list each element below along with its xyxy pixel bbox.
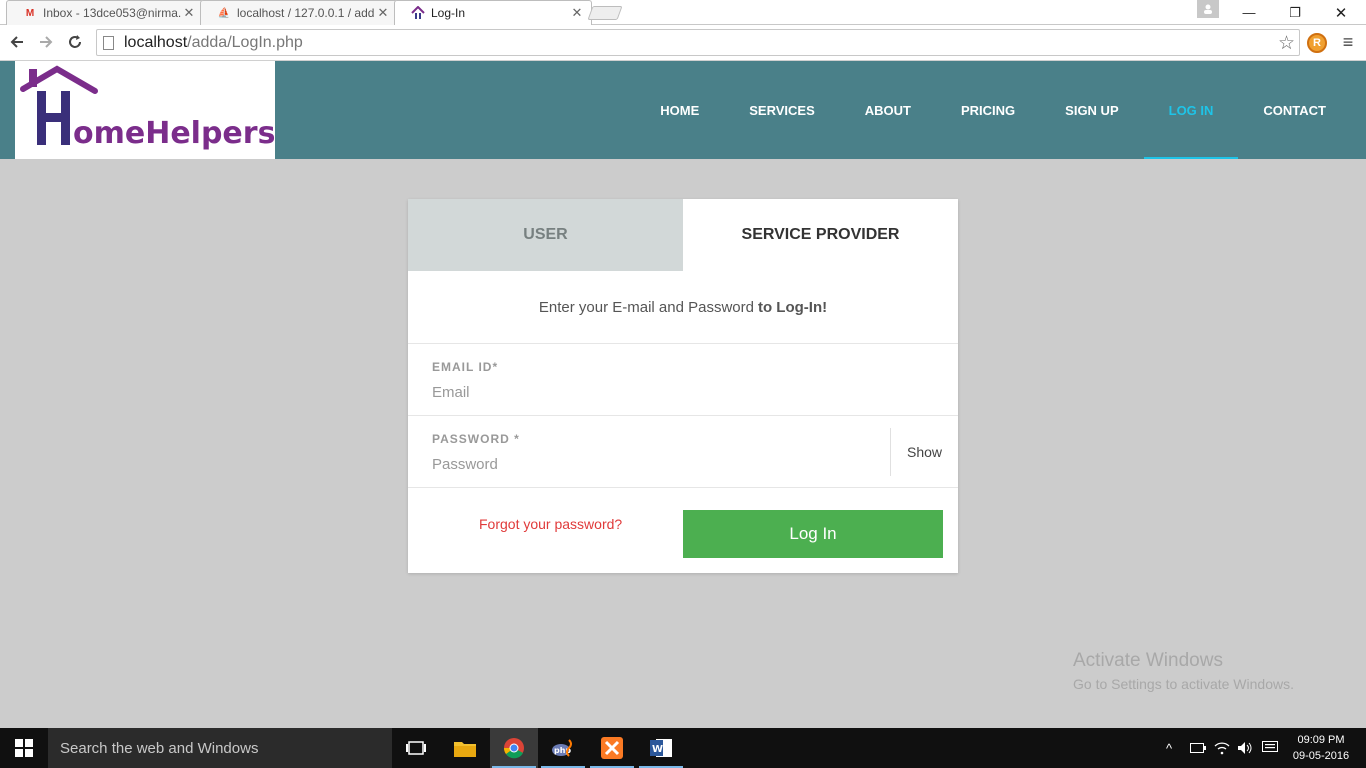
nav-about[interactable]: ABOUT: [840, 61, 936, 159]
tab-title: localhost / 127.0.0.1 / add: [237, 6, 375, 20]
url-host: localhost: [124, 33, 188, 51]
clock-date: 09-05-2016: [1292, 750, 1350, 762]
browser-menu-icon[interactable]: ≡: [1340, 33, 1356, 51]
forward-icon[interactable]: [35, 31, 57, 53]
browser-tab-phpmyadmin[interactable]: ⛵ localhost / 127.0.0.1 / add ✕: [200, 0, 398, 25]
email-field[interactable]: [432, 384, 852, 401]
nav-pricing[interactable]: PRICING: [936, 61, 1040, 159]
address-bar[interactable]: localhost/adda/LogIn.php ☆: [96, 29, 1300, 56]
clock-time: 09:09 PM: [1297, 734, 1345, 746]
homehelpers-icon: [411, 6, 425, 20]
new-tab-button[interactable]: [587, 6, 623, 20]
homehelpers-logo[interactable]: omeHelpers: [15, 61, 275, 159]
tab-title: Log-In: [431, 6, 466, 20]
close-tab-icon[interactable]: ✕: [377, 5, 389, 21]
bookmark-star-icon[interactable]: ☆: [1278, 32, 1295, 55]
restore-icon[interactable]: ❐: [1272, 0, 1318, 25]
tab-title: Inbox - 13dce053@nirma.: [43, 6, 182, 20]
gmail-icon: M: [25, 7, 35, 19]
main-nav: HOME SERVICES ABOUT PRICING SIGN UP LOG …: [635, 61, 1351, 159]
forgot-password-link[interactable]: Forgot your password?: [479, 516, 622, 532]
close-window-icon[interactable]: ✕: [1318, 0, 1364, 25]
windows-start-icon[interactable]: [0, 728, 48, 768]
back-icon[interactable]: [6, 31, 28, 53]
nav-services[interactable]: SERVICES: [724, 61, 840, 159]
intro-bold-text: to Log-In!: [757, 298, 828, 316]
site-header: omeHelpers HOME SERVICES ABOUT PRICING S…: [0, 61, 1366, 159]
email-field-group: EMAIL ID*: [408, 344, 958, 416]
page-icon: [103, 35, 114, 50]
nav-contact[interactable]: CONTACT: [1238, 61, 1351, 159]
phpmyadmin-icon: ⛵: [217, 7, 231, 19]
svg-text:omeHelpers: omeHelpers: [73, 116, 275, 151]
show-password-button[interactable]: Show: [890, 428, 958, 476]
tab-user[interactable]: USER: [408, 199, 683, 271]
browser-tab-login[interactable]: Log-In ✕: [394, 0, 592, 25]
show-hidden-icons[interactable]: ^: [1166, 728, 1172, 768]
login-tabs: USER SERVICE PROVIDER: [408, 199, 958, 271]
file-explorer-icon[interactable]: [441, 728, 489, 768]
nav-home[interactable]: HOME: [635, 61, 724, 159]
minimize-icon[interactable]: —: [1226, 0, 1272, 25]
login-actions: Forgot your password? Log In: [408, 488, 958, 573]
password-field-group: PASSWORD * Show: [408, 416, 958, 488]
reload-icon[interactable]: [64, 31, 86, 53]
battery-icon[interactable]: [1190, 728, 1206, 768]
keyboard-input-icon[interactable]: [1262, 728, 1278, 768]
taskbar: Search the web and Windows php W ^ 09:09…: [0, 728, 1366, 768]
task-view-icon[interactable]: [392, 728, 440, 768]
url-path: /adda/LogIn.php: [187, 33, 303, 51]
extension-icon[interactable]: R: [1307, 33, 1327, 53]
profile-icon[interactable]: [1197, 0, 1219, 18]
password-label: PASSWORD *: [432, 432, 520, 446]
browser-toolbar: localhost/adda/LogIn.php ☆ R ≡: [0, 25, 1366, 61]
close-tab-icon[interactable]: ✕: [183, 5, 195, 21]
email-label: EMAIL ID*: [432, 360, 499, 374]
intro-text: Enter your E-mail and Password: [538, 298, 754, 316]
tab-service-provider[interactable]: SERVICE PROVIDER: [683, 199, 958, 271]
watermark-subtitle: Go to Settings to activate Windows.: [1073, 676, 1294, 692]
login-card: USER SERVICE PROVIDER Enter your E-mail …: [408, 199, 958, 573]
xampp-icon[interactable]: [588, 728, 636, 768]
svg-text:W: W: [652, 744, 663, 755]
chrome-icon[interactable]: [490, 728, 538, 768]
word-icon[interactable]: W: [637, 728, 685, 768]
close-tab-icon[interactable]: ✕: [571, 5, 583, 21]
password-field[interactable]: [432, 456, 812, 473]
nav-sign-up[interactable]: SIGN UP: [1040, 61, 1143, 159]
volume-icon[interactable]: [1237, 728, 1253, 768]
taskbar-clock[interactable]: 09:09 PM 09-05-2016: [1286, 732, 1356, 764]
nav-log-in[interactable]: LOG IN: [1143, 61, 1239, 159]
browser-tab-strip: M Inbox - 13dce053@nirma. ✕ ⛵ localhost …: [0, 0, 1366, 25]
php-tool-icon[interactable]: php: [539, 728, 587, 768]
login-intro: Enter your E-mail and Password to Log-In…: [408, 271, 958, 344]
wifi-icon[interactable]: [1214, 728, 1230, 768]
login-button[interactable]: Log In: [683, 510, 943, 558]
taskbar-search-input[interactable]: Search the web and Windows: [48, 728, 392, 768]
activate-windows-watermark: Activate Windows Go to Settings to activ…: [1073, 650, 1294, 692]
browser-tab-gmail[interactable]: M Inbox - 13dce053@nirma. ✕: [6, 0, 204, 25]
watermark-title: Activate Windows: [1073, 650, 1223, 671]
